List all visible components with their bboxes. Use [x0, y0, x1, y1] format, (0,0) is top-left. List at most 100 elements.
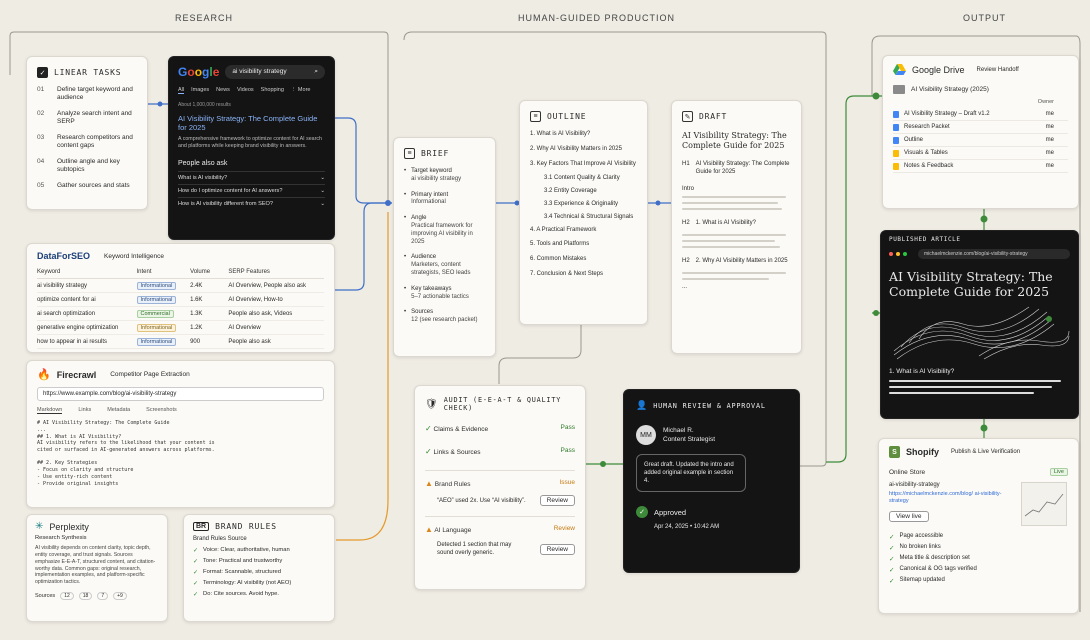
firecrawl-tab[interactable]: Screenshots — [146, 407, 177, 414]
text-line — [889, 392, 1034, 394]
table-row: optimize content for ai Informational 1.6K… — [37, 293, 324, 307]
google-serp-card: Google ai visibility strategy ⌕ All Image… — [168, 56, 335, 240]
code-line: cited or surfaced in AI-generated answer… — [37, 447, 215, 453]
audit-issue-detail: “AEO” used 2x. Use “AI visibility”. — [437, 497, 526, 504]
column-header: Intent — [136, 269, 152, 275]
drive-file-owner: me — [1045, 136, 1054, 143]
review-button[interactable]: Review — [539, 544, 575, 555]
audit-check-item: ✓ Links & Sources Pass — [425, 447, 575, 456]
audit-check-status: Pass — [560, 424, 575, 431]
google-tab[interactable]: Shopping — [261, 87, 284, 94]
firecrawl-tab[interactable]: Metadata — [107, 407, 130, 414]
shopify-logo: Shopify — [906, 447, 939, 457]
audit-review-detail: Detected 1 section that may sound overly… — [437, 542, 512, 557]
linear-task-item: 02 Analyze search intent and SERP — [37, 110, 137, 127]
google-tab[interactable]: News — [216, 87, 230, 94]
column-header: Keyword — [37, 269, 61, 275]
text-line — [889, 386, 1052, 388]
drive-file-name: AI Visibility Strategy – Draft v1.2 — [904, 111, 990, 117]
firecrawl-tab[interactable]: Markdown — [37, 407, 63, 414]
code-line: - Provide original insights — [37, 480, 119, 487]
review-button[interactable]: Review — [539, 495, 575, 506]
firecrawl-markdown-output: # AI Visibility Strategy: The Complete G… — [37, 420, 324, 487]
intent-badge: Informational — [136, 337, 177, 346]
brief-item-value: Practical framework for improving AI vis… — [411, 222, 473, 245]
outline-item: 6. Common Mistakes — [530, 256, 587, 263]
brand-rule-text: Do: Cite sources. Avoid hype. — [203, 591, 279, 597]
shopify-handle: ai-visibility-strategy — [889, 482, 940, 488]
verification-checklist: ✓ Page accessible ✓ No broken links ✓ Meta ti… — [889, 533, 1068, 585]
brief-item-value: Informational — [411, 199, 446, 206]
brief-item-value: Marketers, content strategists, SEO lead… — [411, 262, 471, 276]
chevron-down-icon: ⌄ — [320, 187, 325, 194]
linear-tasks-title: LINEAR TASKS — [54, 68, 122, 77]
brand-rule-item: ✓ Tone: Practical and trustworthy — [193, 558, 325, 565]
audit-check-label: Claims & Evidence — [433, 426, 489, 433]
window-maximize-dot — [903, 252, 907, 256]
source-chip[interactable]: 12 — [60, 592, 74, 601]
brand-rules-subtitle: Brand Rules Source — [193, 536, 247, 542]
published-url-bar[interactable]: michaelmckenzie.com/blog/ai-visibility-s… — [918, 249, 1070, 259]
brief-item-label: Key takeaways — [411, 285, 452, 292]
google-meta: About 1,000,000 results — [178, 102, 231, 108]
bullet: • — [404, 168, 407, 174]
reviewer-name: Michael R. — [663, 427, 694, 434]
verification-text: Page accessible — [899, 533, 944, 539]
approved-date: Apr 24, 2025 • 10:42 AM — [654, 524, 720, 531]
google-tab[interactable]: ⋮ More — [291, 87, 311, 94]
brand-rules-badge: BR — [193, 522, 210, 531]
people-also-ask-list: What is AI visibility? ⌄ How do I optimize… — [178, 170, 325, 210]
verification-text: Canonical & OG tags verified — [899, 566, 977, 572]
brief-item-label: Target keyword — [411, 168, 452, 174]
verification-item: ✓ Canonical & OG tags verified — [889, 566, 1068, 574]
text-line — [682, 233, 786, 236]
brand-rule-item: ✓ Terminology: AI visibility (not AEO) — [193, 580, 325, 587]
firecrawl-tab[interactable]: Links — [78, 407, 91, 414]
linear-tasks-header: ✓ LINEAR TASKS — [37, 67, 137, 78]
source-chip[interactable]: 7 — [97, 592, 109, 601]
audit-check-item: ✓ Claims & Evidence Pass — [425, 424, 575, 433]
check-icon: ✓ — [193, 570, 199, 576]
source-chip[interactable]: +9 — [113, 592, 127, 601]
drive-file-row[interactable]: Research Packet me — [893, 121, 1068, 134]
google-drive-subtitle: Review Handoff — [976, 66, 1019, 73]
shopify-live-link[interactable]: https://michaelmckenzie.com/blog/ ai-vis… — [889, 491, 1015, 505]
view-live-button[interactable]: View live — [889, 511, 929, 523]
drive-file-row[interactable]: Outline me — [893, 134, 1068, 147]
draft-heading: AI Visibility Strategy: The Complete Gui… — [682, 131, 787, 150]
sources-label: Sources — [35, 593, 56, 600]
google-tab[interactable]: All — [178, 87, 185, 94]
drive-file-row[interactable]: Visuals & Tables me — [893, 147, 1068, 160]
outline-subitem: 3.4 Technical & Structural Signals — [544, 213, 634, 220]
drive-file-row[interactable]: AI Visibility Strategy – Draft v1.2 me — [893, 108, 1068, 121]
audit-issue-status: Issue — [559, 479, 575, 486]
text-line — [682, 195, 786, 198]
brief-item-value: 5–7 actionable tactics — [411, 293, 469, 300]
chevron-down-icon: ⌄ — [320, 200, 325, 207]
keyword-cell: how to appear in ai results — [37, 338, 108, 345]
google-tab[interactable]: Images — [191, 87, 209, 94]
audit-check-status: Pass — [560, 447, 575, 454]
task-text: Gather sources and stats — [57, 181, 130, 189]
drive-folder-name[interactable]: AI Visibility Strategy (2025) — [911, 86, 989, 93]
people-also-ask-item[interactable]: How is AI visibility different from SEO?… — [178, 196, 325, 210]
verification-item: ✓ Meta title & description set — [889, 555, 1068, 563]
brief-item-label: Sources — [411, 309, 434, 316]
google-tab[interactable]: Videos — [237, 87, 254, 94]
drive-file-row[interactable]: Notes & Feedback me — [893, 160, 1068, 173]
brief-item: • Angle Practical framework for improving … — [404, 215, 485, 246]
google-search-box[interactable]: ai visibility strategy ⌕ — [225, 65, 325, 79]
firecrawl-url-input[interactable]: https://www.example.com/blog/ai-visibili… — [37, 387, 324, 401]
file-icon — [893, 123, 899, 131]
audit-checks: ✓ Claims & Evidence Pass ✓ Links & Sources… — [425, 424, 575, 456]
people-also-ask-item[interactable]: What is AI visibility? ⌄ — [178, 170, 325, 184]
brand-rule-text: Voice: Clear, authoritative, human — [203, 547, 290, 553]
source-chip[interactable]: 18 — [78, 592, 93, 601]
code-line: # AI Visibility Strategy: The Complete G… — [37, 420, 170, 426]
google-drive-card: Google Drive Review Handoff AI Visibilit… — [882, 55, 1079, 209]
drive-file-owner: me — [1045, 162, 1054, 169]
google-result-title[interactable]: AI Visibility Strategy: The Complete Gui… — [178, 114, 325, 133]
draft-intro-label: Intro — [682, 185, 695, 192]
features-cell: AI Overview, People also ask — [228, 282, 307, 289]
people-also-ask-item[interactable]: How do I optimize content for AI answers… — [178, 183, 325, 197]
